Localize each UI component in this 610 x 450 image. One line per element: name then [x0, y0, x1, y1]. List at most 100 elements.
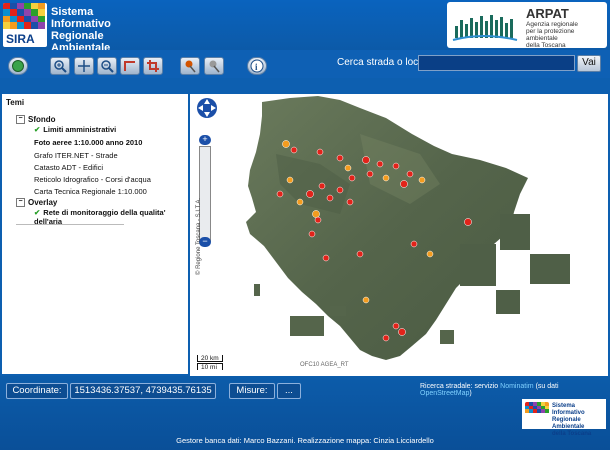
- station-marker[interactable]: [336, 154, 344, 162]
- tree-group-overlay[interactable]: − Overlay: [16, 198, 58, 208]
- sira-footer-text: Sistema Informativo Regionale Ambientale…: [552, 403, 606, 438]
- mosaic-tile: [24, 21, 31, 29]
- layer-limiti-amministrativi[interactable]: ✔ Limiti amministrativi: [34, 125, 116, 134]
- zoom-in-button[interactable]: +: [199, 135, 211, 145]
- note-text: Ricerca stradale: servizio: [420, 383, 499, 390]
- station-marker[interactable]: [400, 180, 408, 188]
- mosaic-tile: [38, 21, 45, 29]
- tree-group-sfondo[interactable]: − Sfondo: [16, 115, 56, 125]
- pan-control-icon[interactable]: [196, 97, 218, 131]
- station-marker[interactable]: [326, 194, 334, 202]
- station-marker[interactable]: [362, 296, 370, 304]
- check-icon: ✔: [34, 125, 41, 134]
- station-marker[interactable]: [290, 146, 298, 154]
- layer-reticolo-idrografico[interactable]: Reticolo Idrografico - Corsi d'acqua: [34, 175, 151, 184]
- zoom-out-icon[interactable]: [97, 57, 117, 75]
- layer-grafo-strade[interactable]: Grafo ITER.NET - Strade: [34, 151, 118, 160]
- layer-foto-aeree[interactable]: Foto aeree 1:10.000 anno 2010: [34, 138, 142, 147]
- sira-footer-logo[interactable]: Sistema Informativo Regionale Ambientale…: [522, 399, 606, 437]
- measure-icon[interactable]: [120, 57, 140, 75]
- measure-label: Misure:: [229, 383, 275, 399]
- mosaic-tile: [31, 21, 38, 29]
- station-marker[interactable]: [382, 334, 390, 342]
- collapse-icon[interactable]: −: [16, 115, 25, 125]
- station-marker[interactable]: [344, 164, 352, 172]
- tuscany-landmass: [246, 96, 528, 360]
- layer-carta-tecnica[interactable]: Carta Tecnica Regionale 1:10.000: [34, 187, 147, 196]
- search-input[interactable]: [418, 55, 575, 71]
- openstreetmap-link[interactable]: OpenStreetMap: [420, 390, 469, 397]
- divider: [16, 224, 124, 225]
- station-marker[interactable]: [336, 186, 344, 194]
- layer-label: Reticolo Idrografico - Corsi d'acqua: [34, 175, 151, 184]
- station-marker[interactable]: [418, 176, 426, 184]
- station-marker[interactable]: [382, 174, 390, 182]
- station-marker[interactable]: [322, 254, 330, 262]
- mosaic-tile: [3, 21, 10, 29]
- tree-group-label: Overlay: [28, 198, 58, 207]
- station-marker[interactable]: [356, 250, 364, 258]
- layer-label: Carta Tecnica Regionale 1:10.000: [34, 187, 147, 196]
- pan-icon[interactable]: [74, 57, 94, 75]
- station-marker[interactable]: [376, 160, 384, 168]
- zoom-in-icon[interactable]: [50, 57, 70, 75]
- station-marker[interactable]: [306, 190, 314, 198]
- layer-label: Limiti amministrativi: [43, 125, 117, 134]
- info-icon[interactable]: i: [247, 57, 267, 75]
- crop-icon[interactable]: [143, 57, 163, 75]
- station-marker[interactable]: [308, 230, 316, 238]
- map-viewport[interactable]: [190, 94, 608, 376]
- station-marker[interactable]: [362, 156, 370, 164]
- station-marker[interactable]: [286, 176, 294, 184]
- sira-logo[interactable]: SIRA Sistema Informativo Regionale Ambie…: [3, 3, 123, 66]
- map-vertical-credit: © Regione Toscana - S.I.T.A.: [196, 197, 202, 275]
- station-marker[interactable]: [426, 250, 434, 258]
- scale-mi: 10 mi: [197, 363, 223, 371]
- station-marker[interactable]: [314, 216, 322, 224]
- arpat-bars-icon: [452, 15, 518, 41]
- station-marker[interactable]: [398, 328, 406, 336]
- station-marker[interactable]: [296, 198, 304, 206]
- layer-label: Grafo ITER.NET - Strade: [34, 151, 118, 160]
- station-marker[interactable]: [406, 170, 414, 178]
- collapse-icon[interactable]: −: [16, 198, 25, 208]
- pin-icon[interactable]: [180, 57, 200, 75]
- station-marker[interactable]: [392, 162, 400, 170]
- station-marker[interactable]: [346, 198, 354, 206]
- search-service-note: Ricerca stradale: servizio Nominatim (su…: [420, 383, 610, 397]
- tree-group-label: Sfondo: [28, 115, 56, 124]
- mosaic-tile: [17, 21, 24, 29]
- note-end: ): [469, 390, 472, 397]
- station-marker[interactable]: [318, 182, 326, 190]
- globe-icon[interactable]: [8, 57, 28, 75]
- arpat-sub-1: Agenzia regionale: [526, 21, 579, 28]
- station-marker[interactable]: [316, 148, 324, 156]
- pin-remove-icon[interactable]: [204, 57, 224, 75]
- map-layer-label: OFC10 AGEA_RT: [300, 362, 349, 368]
- check-icon: ✔: [34, 208, 41, 217]
- mosaic-tile: [545, 409, 549, 414]
- arpat-title: ARPAT: [526, 6, 569, 21]
- layer-catasto-edifici[interactable]: Catasto ADT - Edifici: [34, 163, 103, 172]
- arpat-logo[interactable]: ARPAT Agenzia regionale per la protezion…: [447, 2, 607, 49]
- header: SIRA Sistema Informativo Regionale Ambie…: [0, 0, 610, 66]
- station-marker[interactable]: [366, 170, 374, 178]
- coordinates-value: 1513436.37537, 4739435.76135: [70, 383, 216, 399]
- note-mid: (su dati: [535, 383, 559, 390]
- coordinates-label: Coordinate:: [6, 383, 68, 399]
- measure-value: ...: [277, 383, 301, 399]
- arpat-sub-2: per la protezione ambientale: [526, 28, 575, 42]
- station-marker[interactable]: [392, 322, 400, 330]
- station-marker[interactable]: [282, 140, 290, 148]
- search-button[interactable]: Vai: [577, 55, 601, 72]
- sira-footer-line-2: Regionale Ambientale: [552, 417, 585, 430]
- station-marker[interactable]: [276, 190, 284, 198]
- sira-footer-line-1: Sistema Informativo: [552, 403, 585, 416]
- station-marker[interactable]: [312, 210, 320, 218]
- station-marker[interactable]: [410, 240, 418, 248]
- station-marker[interactable]: [464, 218, 472, 226]
- layer-label: Foto aeree 1:10.000 anno 2010: [34, 138, 143, 147]
- nominatim-link[interactable]: Nominatim: [500, 383, 533, 390]
- layer-panel-title: Temi: [6, 98, 25, 107]
- station-marker[interactable]: [348, 174, 356, 182]
